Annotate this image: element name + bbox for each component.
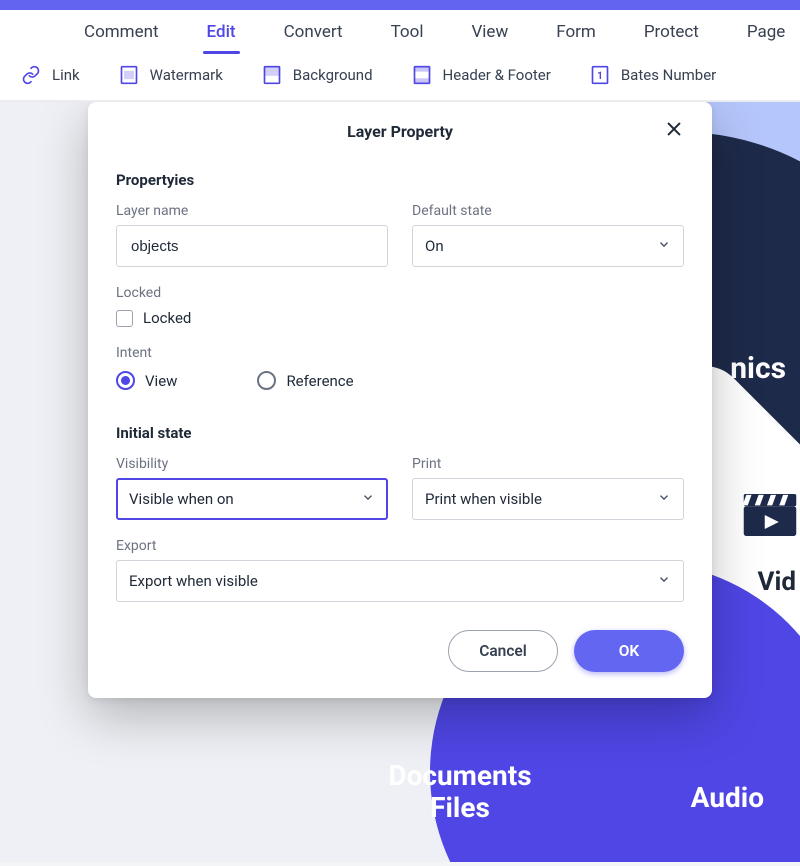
edit-toolbar: Link Watermark Background Header & Foote… <box>0 52 800 101</box>
chevron-down-icon <box>657 237 671 255</box>
tab-tool[interactable]: Tool <box>391 22 424 42</box>
tool-watermark[interactable]: Watermark <box>118 64 247 86</box>
export-value: Export when visible <box>129 572 258 590</box>
section-properties-title: Propertyies <box>116 171 684 189</box>
main-tabs: Comment Edit Convert Tool View Form Prot… <box>0 10 800 52</box>
locked-checkbox-row[interactable]: Locked <box>116 309 388 327</box>
intent-view-radio[interactable]: View <box>116 371 177 390</box>
layer-name-input-field[interactable] <box>129 226 375 266</box>
visibility-value: Visible when on <box>129 490 234 508</box>
tool-background[interactable]: Background <box>261 64 397 86</box>
tool-background-label: Background <box>293 66 373 84</box>
label-layer-name: Layer name <box>116 203 388 219</box>
bg-label-audio: Audio <box>691 782 764 814</box>
chevron-down-icon <box>657 572 671 590</box>
visibility-select[interactable]: Visible when on <box>116 478 388 520</box>
chevron-down-icon <box>361 490 375 508</box>
chevron-down-icon <box>657 490 671 508</box>
intent-view-label: View <box>145 372 177 390</box>
intent-reference-radio[interactable]: Reference <box>257 371 353 390</box>
tab-page[interactable]: Page <box>747 22 785 42</box>
bg-label-documents-line2: Files <box>360 792 560 824</box>
tool-header-footer[interactable]: Header & Footer <box>411 64 575 86</box>
svg-text:1: 1 <box>597 71 603 82</box>
tab-view[interactable]: View <box>471 22 508 42</box>
label-intent: Intent <box>116 345 684 361</box>
tool-link-label: Link <box>52 66 80 84</box>
link-icon <box>20 64 42 86</box>
dialog-footer: Cancel OK <box>116 630 684 672</box>
locked-checkbox-label: Locked <box>143 309 191 327</box>
dialog-header: Layer Property <box>116 120 684 157</box>
tool-bates-label: Bates Number <box>621 66 716 84</box>
print-select[interactable]: Print when visible <box>412 478 684 520</box>
bg-label-documents: Documents Files <box>360 760 560 824</box>
tab-edit[interactable]: Edit <box>207 22 236 42</box>
bg-label-documents-line1: Documents <box>360 760 560 792</box>
header-footer-icon <box>411 64 433 86</box>
tab-protect[interactable]: Protect <box>644 22 699 42</box>
label-default-state: Default state <box>412 203 684 219</box>
tool-bates[interactable]: 1 Bates Number <box>589 64 740 86</box>
layer-name-input[interactable] <box>116 225 388 267</box>
watermark-icon <box>118 64 140 86</box>
tool-watermark-label: Watermark <box>150 66 223 84</box>
label-export: Export <box>116 538 684 554</box>
bg-label-vid: Vid <box>757 568 796 598</box>
tab-convert[interactable]: Convert <box>284 22 343 42</box>
label-locked: Locked <box>116 285 388 301</box>
background-icon <box>261 64 283 86</box>
document-canvas: nics Documents Files Vid Audio Layer Pro… <box>0 102 800 862</box>
bates-icon: 1 <box>589 64 611 86</box>
tab-comment[interactable]: Comment <box>84 22 159 42</box>
section-initial-state-title: Initial state <box>116 424 684 442</box>
bg-label-nics: nics <box>730 352 786 387</box>
ok-button[interactable]: OK <box>574 630 684 672</box>
tab-form[interactable]: Form <box>556 22 596 42</box>
layer-property-dialog: Layer Property Propertyies Layer name De… <box>88 102 712 698</box>
clapperboard-icon <box>742 492 798 538</box>
export-select[interactable]: Export when visible <box>116 560 684 602</box>
locked-checkbox[interactable] <box>116 310 133 327</box>
default-state-value: On <box>425 237 444 255</box>
cancel-button[interactable]: Cancel <box>448 630 558 672</box>
print-value: Print when visible <box>425 490 542 508</box>
window-top-strip <box>0 0 800 10</box>
tool-header-footer-label: Header & Footer <box>443 66 551 84</box>
tool-link[interactable]: Link <box>20 64 104 86</box>
label-visibility: Visibility <box>116 456 388 472</box>
label-print: Print <box>412 456 684 472</box>
intent-reference-label: Reference <box>286 372 353 390</box>
dialog-title: Layer Property <box>347 122 453 141</box>
default-state-select[interactable]: On <box>412 225 684 267</box>
close-icon[interactable] <box>664 120 684 140</box>
